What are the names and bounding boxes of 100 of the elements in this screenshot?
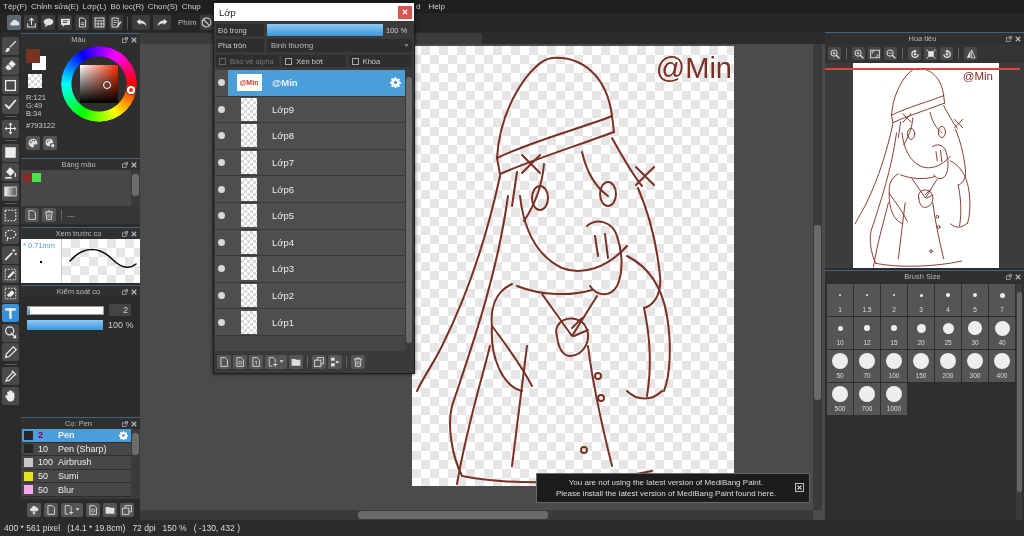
menu-item[interactable]: d	[416, 2, 421, 11]
duplicate-button[interactable]	[120, 502, 134, 517]
tool-button[interactable]	[2, 284, 19, 303]
opacity-slider[interactable]	[27, 320, 103, 330]
visibility-dot-icon[interactable]	[218, 79, 225, 87]
folder-button[interactable]	[289, 354, 303, 369]
add-layer-button[interactable]	[265, 354, 287, 369]
undock-icon[interactable]	[1006, 35, 1012, 42]
scrollbar[interactable]	[405, 70, 413, 351]
layer-row[interactable]: Lớp5	[215, 202, 405, 230]
close-icon[interactable]	[131, 420, 137, 427]
new-layer-button[interactable]	[217, 354, 231, 369]
visibility-dot-icon[interactable]	[218, 105, 225, 113]
close-icon[interactable]	[131, 36, 137, 43]
zoom-out-button[interactable]	[884, 47, 897, 60]
menu-item[interactable]: Chụp	[181, 2, 201, 11]
new-button[interactable]	[44, 502, 58, 517]
palette-settings-button[interactable]	[43, 136, 57, 150]
toolbar-button[interactable]	[58, 15, 72, 30]
undock-icon[interactable]	[122, 230, 128, 237]
close-button[interactable]	[398, 5, 412, 19]
flip-button[interactable]	[964, 47, 977, 60]
swatch-icon[interactable]	[32, 173, 41, 182]
layer-row[interactable]: Lớp9	[215, 96, 405, 124]
layer-row[interactable]: Lớp4	[215, 229, 405, 257]
brush-row[interactable]: 2 Pen	[22, 429, 131, 443]
duplicate-button[interactable]	[312, 354, 326, 369]
tool-button[interactable]	[2, 37, 19, 55]
scrollbar[interactable]	[1016, 284, 1022, 520]
rotate-left-button[interactable]	[908, 47, 921, 60]
toolbar-button[interactable]	[199, 15, 213, 30]
tool-button[interactable]	[2, 182, 19, 201]
layer-row[interactable]: Lớp2	[215, 282, 405, 310]
tool-button[interactable]	[2, 367, 19, 385]
tool-button[interactable]	[2, 56, 19, 75]
tool-button[interactable]	[2, 143, 19, 162]
rotate-right-button[interactable]	[940, 47, 953, 60]
tool-button[interactable]	[2, 343, 19, 361]
visibility-dot-icon[interactable]	[218, 159, 225, 167]
visibility-dot-icon[interactable]	[218, 212, 225, 220]
swatch-icon[interactable]	[23, 173, 32, 182]
toolbar-button[interactable]	[75, 15, 89, 30]
folder-button[interactable]	[103, 502, 117, 517]
visibility-dot-icon[interactable]	[218, 265, 225, 273]
menu-item[interactable]: Chỉnh sửa(E)	[31, 2, 79, 11]
palette-button[interactable]	[26, 136, 40, 150]
ring-icon[interactable]	[127, 85, 136, 94]
color-swatches-icon[interactable]	[26, 49, 46, 70]
scrollbar[interactable]	[813, 44, 822, 510]
undock-icon[interactable]	[1006, 273, 1012, 280]
undock-icon[interactable]	[122, 288, 128, 295]
menu-item[interactable]: Tệp(F)	[3, 2, 27, 11]
close-icon[interactable]	[1015, 35, 1021, 42]
navigator-view[interactable]: @Min	[825, 63, 1024, 268]
tool-button[interactable]	[2, 95, 19, 114]
visibility-dot-icon[interactable]	[218, 318, 225, 326]
close-icon[interactable]	[795, 483, 804, 492]
scrollbar[interactable]	[131, 170, 140, 206]
scrollbar[interactable]	[140, 510, 813, 520]
toolbar-button[interactable]	[7, 15, 21, 30]
close-icon[interactable]	[131, 161, 137, 168]
layer-row[interactable]: Lớp8	[215, 123, 405, 150]
zoom-button[interactable]	[828, 47, 841, 60]
menu-item[interactable]: Lớp(L)	[82, 2, 107, 11]
close-icon[interactable]	[1015, 273, 1021, 280]
toolbar-button[interactable]	[92, 15, 106, 30]
fit-button[interactable]	[868, 47, 881, 60]
tool-button[interactable]	[2, 265, 19, 283]
zoom-in-button[interactable]	[852, 47, 865, 60]
delete-button[interactable]	[351, 354, 365, 369]
visibility-dot-icon[interactable]	[218, 238, 225, 246]
undock-icon[interactable]	[122, 161, 128, 168]
toolbar-button[interactable]	[41, 15, 55, 30]
tool-button[interactable]	[2, 323, 19, 342]
layer-row[interactable]: Lớp6	[215, 176, 405, 203]
menu-item[interactable]: Chọn(S)	[147, 2, 178, 11]
undock-icon[interactable]	[122, 36, 128, 43]
scrollbar-thumb[interactable]	[358, 511, 548, 519]
layer-row[interactable]: Lớp3	[215, 256, 405, 283]
add-button[interactable]	[61, 502, 83, 517]
reset-rotation-button[interactable]	[924, 47, 937, 60]
checkbox[interactable]	[285, 57, 293, 65]
tool-button[interactable]	[2, 386, 19, 405]
delete-button[interactable]	[42, 208, 56, 222]
new-layer-button[interactable]	[233, 354, 247, 369]
undock-icon[interactable]	[122, 420, 128, 427]
menu-item[interactable]: Help	[428, 2, 445, 11]
new-button[interactable]	[25, 208, 39, 222]
toolbar-button[interactable]	[109, 15, 123, 30]
gear-icon[interactable]	[390, 77, 401, 89]
layer-row[interactable]: Lớp1	[215, 309, 405, 336]
brush-row[interactable]: 100 Airbrush	[22, 456, 131, 470]
scrollbar-thumb[interactable]	[814, 225, 821, 400]
undo-button[interactable]	[132, 15, 150, 30]
tool-button[interactable]	[2, 226, 19, 244]
close-icon[interactable]	[131, 288, 137, 295]
tool-button[interactable]	[2, 163, 19, 181]
size-slider[interactable]	[27, 305, 104, 315]
layer-row[interactable]: Lớp7	[215, 149, 405, 177]
brush-row[interactable]: 50 Blur	[22, 483, 131, 497]
